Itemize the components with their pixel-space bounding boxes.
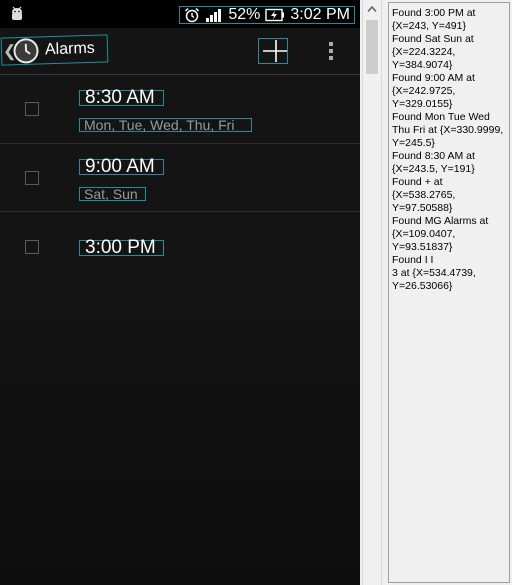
battery-charging-icon	[265, 8, 285, 22]
log-line: Found 9:00 AM at {X=242.9725, Y=329.0155…	[392, 72, 475, 110]
phone-screen: 52% 3:02 PM ❮ Alarms 8:30 AM Mon, Tue, W…	[0, 0, 360, 585]
status-clock: 3:02 PM	[290, 6, 350, 23]
log-line: Found Mon Tue Wed Thu Fri at {X=330.9999…	[392, 111, 504, 149]
log-line: Found I I 3 at {X=534.4739, Y=26.53066}	[392, 254, 476, 292]
android-icon	[12, 6, 22, 20]
alarm-days: Mon, Tue, Wed, Thu, Fri	[79, 118, 252, 132]
alarm-days: Sat, Sun	[79, 187, 146, 201]
vertical-scrollbar[interactable]	[362, 0, 382, 585]
alarm-item[interactable]: 9:00 AM Sat, Sun	[0, 144, 360, 212]
add-icon	[263, 40, 287, 62]
chevron-up-icon	[367, 5, 377, 12]
clock-icon	[13, 38, 39, 64]
alarm-item[interactable]: 8:30 AM Mon, Tue, Wed, Thu, Fri	[0, 76, 360, 144]
alarm-enable-checkbox[interactable]	[25, 240, 39, 254]
log-line: Found Sat Sun at {X=224.3224, Y=384.9074…	[392, 33, 474, 71]
alarm-enable-checkbox[interactable]	[25, 102, 39, 116]
overflow-icon[interactable]	[325, 40, 337, 62]
add-alarm-button[interactable]	[258, 38, 288, 64]
back-caret-icon: ❮	[2, 43, 17, 61]
alarm-time: 8:30 AM	[79, 88, 164, 107]
log-line: Found + at {X=538.2765, Y=97.50588}	[392, 176, 456, 214]
signal-icon	[206, 9, 222, 22]
log-line: Found 3:00 PM at {X=243, Y=491}	[392, 7, 476, 32]
alarm-item[interactable]: 3:00 PM	[0, 212, 360, 280]
status-icons: 52% 3:02 PM	[179, 6, 355, 24]
alarm-time: 9:00 AM	[79, 157, 164, 176]
status-bar: 52% 3:02 PM	[0, 0, 360, 28]
battery-percent: 52%	[228, 6, 261, 23]
alarm-clock-icon	[185, 7, 200, 23]
app-title: Alarms	[44, 39, 96, 59]
scroll-up-button[interactable]	[363, 0, 381, 18]
log-line: Found MG Alarms at {X=109.0407, Y=93.518…	[392, 215, 489, 253]
alarm-enable-checkbox[interactable]	[25, 171, 39, 185]
log-line: Found 8:30 AM at {X=243.5, Y=191}	[392, 150, 475, 175]
alarm-time: 3:00 PM	[79, 238, 164, 257]
log-panel: Found 3:00 PM at {X=243, Y=491} Found Sa…	[388, 2, 510, 583]
scroll-thumb[interactable]	[366, 20, 378, 74]
app-home-button[interactable]: ❮ Alarms	[0, 34, 109, 66]
